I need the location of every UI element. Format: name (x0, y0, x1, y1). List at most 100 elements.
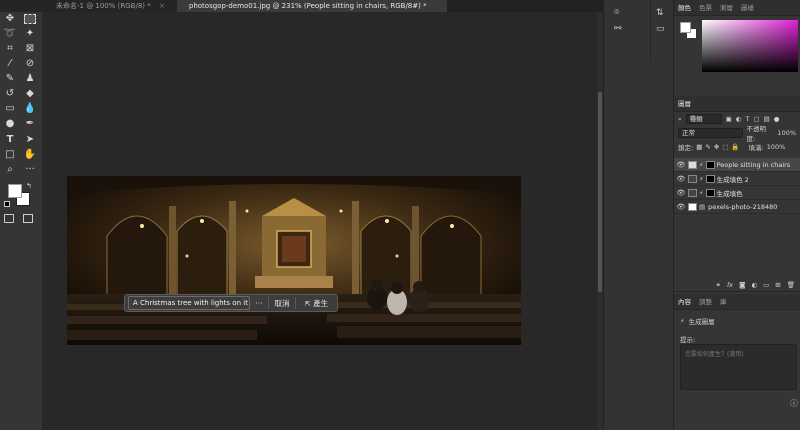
adjustment-filter-icon[interactable]: ◐ (736, 115, 742, 123)
fill-label: 填滿: (748, 144, 764, 152)
hand-tool-icon[interactable]: ✋ (23, 148, 37, 162)
tools-panel: ✥ ➰ ✦ ⌗ ⊠ ⁄ ⊘ ✎ ♟ ↺ ◆ ▭ 💧 ● ✒ T ➤ □ ✋ ⌕ … (0, 12, 42, 430)
visibility-eye-icon[interactable]: 👁 (674, 189, 688, 197)
healing-brush-tool-icon[interactable]: ⊘ (23, 57, 37, 71)
tab-gradients[interactable]: 漸層 (716, 0, 737, 16)
scrollbar-thumb[interactable] (598, 92, 602, 292)
layer-mask-thumbnail (705, 174, 715, 183)
path-selection-tool-icon[interactable]: ➤ (23, 133, 37, 147)
lock-position-icon[interactable]: ✥ (714, 143, 719, 151)
delete-layer-icon[interactable]: 🗑 (787, 281, 795, 289)
cancel-button[interactable]: 取消 (269, 298, 295, 309)
generate-button[interactable]: ⇱ 產生 (296, 298, 337, 309)
generate-icon: ⇱ (304, 299, 311, 308)
marquee-tool-icon[interactable] (24, 14, 36, 24)
swap-colors-icon[interactable]: ↰ (26, 182, 32, 190)
pen-tool-icon[interactable]: ✒ (23, 117, 37, 131)
layer-row[interactable]: 👁 ⚡ People sitting in chairs (674, 158, 800, 172)
tab-properties[interactable]: 內容 (674, 294, 695, 310)
more-options-button[interactable]: ··· (250, 299, 268, 308)
tab-adjustments[interactable]: 調整 (695, 294, 716, 310)
layer-row[interactable]: 👁 ⚡ 生成填色 2 (674, 172, 800, 186)
tab-close-icon[interactable]: × (159, 2, 165, 10)
layer-name: 生成填色 (716, 189, 743, 198)
magic-wand-tool-icon[interactable]: ✦ (23, 27, 37, 41)
learn-icon[interactable]: ⌾ (614, 8, 619, 18)
color-panel (674, 16, 800, 76)
layer-row[interactable]: 👁 ⚡ 生成填色 (674, 186, 800, 200)
layer-row[interactable]: 👁 ▤ pexels-photo-218480 (674, 200, 800, 214)
layer-filter-row: ⌕ 種類 ▣ ◐ T ▢ ▤ ● (674, 112, 800, 126)
layer-style-icon[interactable]: fx (727, 281, 733, 289)
type-filter-icon[interactable]: T (745, 115, 749, 123)
history-brush-tool-icon[interactable]: ↺ (3, 87, 17, 101)
color-spectrum-field[interactable] (702, 20, 798, 72)
lock-all-icon[interactable]: 🔒 (731, 143, 739, 151)
new-layer-icon[interactable]: ⊞ (775, 281, 780, 289)
frame-tool-icon[interactable]: ⊠ (23, 42, 37, 56)
lasso-tool-icon[interactable]: ➰ (3, 27, 17, 41)
smart-filter-icon[interactable]: ▤ (764, 115, 770, 123)
link-layers-icon[interactable]: ⚭ (716, 281, 721, 289)
gradient-tool-icon[interactable]: ▭ (3, 102, 17, 116)
lock-artboard-icon[interactable]: ⬚ (722, 143, 728, 151)
rectangle-tool-icon[interactable]: □ (3, 148, 17, 162)
visibility-eye-icon[interactable]: 👁 (674, 175, 688, 183)
type-tool-icon[interactable]: T (3, 133, 17, 147)
tab-libraries[interactable]: 庫 (716, 294, 731, 310)
lock-label: 鎖定: (678, 144, 694, 152)
layers-list: 👁 ⚡ People sitting in chairs 👁 ⚡ 生成填色 2 … (674, 158, 800, 214)
visibility-eye-icon[interactable]: 👁 (674, 161, 688, 169)
info-icon[interactable]: ⓘ (790, 398, 798, 409)
stamp-tool-icon[interactable]: ♟ (23, 72, 37, 86)
visibility-eye-icon[interactable]: 👁 (674, 203, 688, 211)
opacity-value[interactable]: 100% (777, 129, 796, 137)
eyedropper-tool-icon[interactable]: ⁄ (3, 57, 17, 71)
church-interior-photo (67, 176, 521, 345)
foreground-color-swatch[interactable] (8, 184, 22, 198)
tab-label: 未命名-1 @ 100% (RGB/8) * (56, 2, 151, 10)
generative-prompt-input[interactable]: A Christmas tree with lights on it (128, 296, 250, 310)
zoom-tool-icon[interactable]: ⌕ (3, 163, 17, 177)
tab-color[interactable]: 顏色 (674, 0, 695, 16)
layer-mask-thumbnail (705, 160, 715, 169)
crop-tool-icon[interactable]: ⌗ (3, 42, 17, 56)
pixel-filter-icon[interactable]: ▣ (726, 115, 732, 123)
screen-mode-icon[interactable] (23, 214, 33, 223)
filter-toggle-icon[interactable]: ● (774, 115, 780, 123)
opacity-label: 不透明度: (746, 125, 766, 143)
fill-value[interactable]: 100% (767, 143, 786, 151)
document-image[interactable] (67, 176, 521, 345)
quick-mask-icon[interactable] (4, 214, 14, 223)
brush-tool-icon[interactable]: ✎ (3, 72, 17, 86)
properties-prompt-input[interactable]: 您要如何產生？(選用) (680, 344, 797, 390)
shapes-icon[interactable]: ⚯ (614, 24, 622, 34)
default-colors-icon[interactable] (4, 201, 10, 207)
new-group-icon[interactable]: ▭ (763, 281, 769, 289)
history-icon[interactable]: ⇅ (656, 8, 664, 18)
tab-swatches[interactable]: 色票 (695, 0, 716, 16)
layer-filter-select[interactable]: 種類 (685, 114, 722, 124)
lock-pixels-icon[interactable]: ✎ (705, 143, 710, 151)
layers-footer-toolbar: ⚭ fx ◙ ◐ ▭ ⊞ 🗑 (674, 278, 800, 292)
blur-tool-icon[interactable]: 💧 (23, 102, 37, 116)
tab-untitled-1[interactable]: 未命名-1 @ 100% (RGB/8) * × (0, 0, 177, 12)
more-tools-icon[interactable]: ··· (23, 163, 37, 177)
lock-transparency-icon[interactable]: ▦ (696, 143, 702, 151)
comments-icon[interactable]: ▭ (656, 24, 665, 34)
blend-mode-select[interactable]: 正常 (678, 128, 744, 138)
generative-layer-icon: ⚡ (699, 160, 704, 169)
adjustment-layer-icon[interactable]: ◐ (751, 281, 757, 289)
foreground-color-chip[interactable] (680, 22, 691, 33)
tab-photosgop-demo01[interactable]: photosgop-demo01.jpg @ 231% (People sitt… (176, 0, 447, 12)
eraser-tool-icon[interactable]: ◆ (23, 87, 37, 101)
tab-layers[interactable]: 圖層 (674, 96, 695, 112)
document-tab-bar: 未命名-1 @ 100% (RGB/8) * × photosgop-demo0… (0, 0, 603, 12)
shape-filter-icon[interactable]: ▢ (753, 115, 759, 123)
dodge-tool-icon[interactable]: ● (3, 117, 17, 131)
tab-patterns[interactable]: 圖樣 (737, 0, 758, 16)
generative-fill-taskbar: A Christmas tree with lights on it ··· 取… (124, 294, 338, 312)
add-mask-icon[interactable]: ◙ (739, 281, 745, 289)
move-tool-icon[interactable]: ✥ (3, 12, 17, 26)
layers-panel-tabs: 圖層 (674, 96, 800, 112)
